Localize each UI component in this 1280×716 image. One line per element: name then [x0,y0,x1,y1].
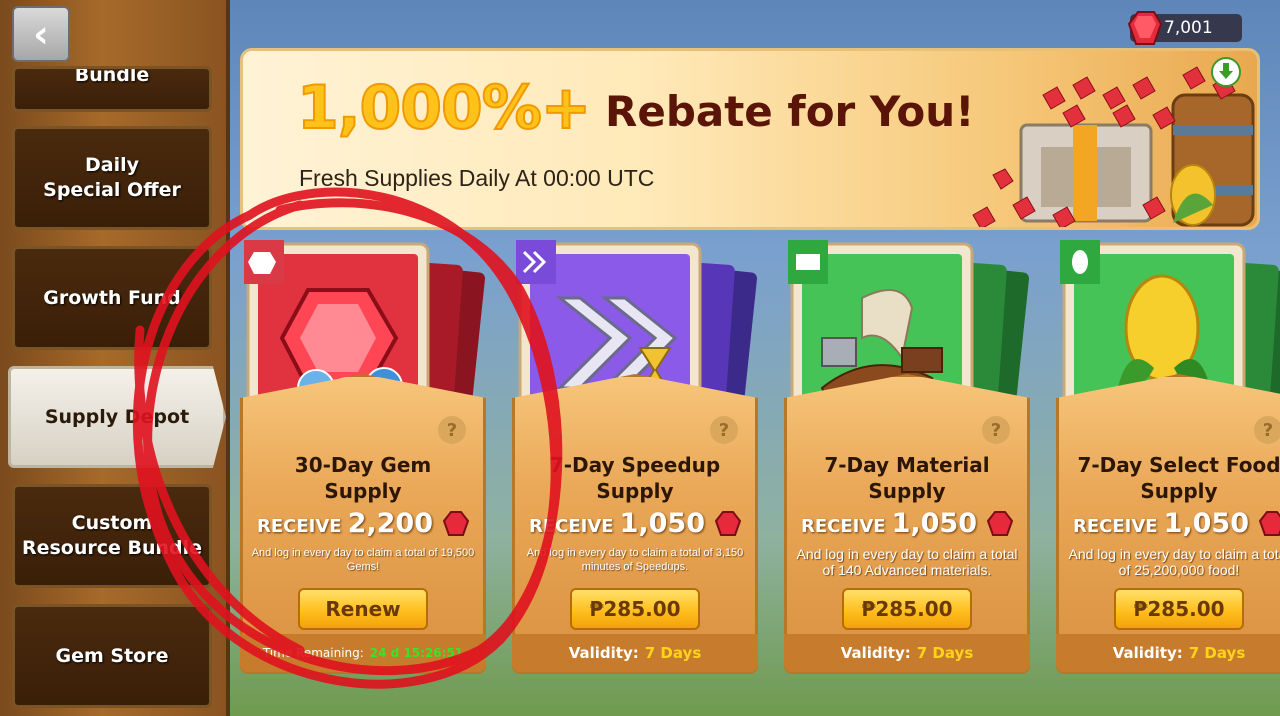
banner-percent: 1,000%+ [296,72,592,144]
renew-button[interactable]: Renew [298,588,428,630]
sidebar-item-label: Bundle [74,66,150,86]
card-footer: Time Remaining: 24 d 15:26:51 [240,634,486,672]
treasure-chest-image [972,66,1255,227]
receive-label: RECEIVE [257,516,342,537]
gem-counter: 7,001 [1128,11,1242,45]
validity-value: 7 Days [916,644,974,662]
sidebar-item-bundle[interactable]: Bundle [12,66,212,112]
sidebar-item-label: Custom Resource Bundle [21,512,203,559]
receive-row: RECEIVE 2,200 [238,508,488,539]
sidebar: ‹ Bundle Daily Special Offer Growth Fund… [0,0,230,716]
card-title: 30-Day Gem Supply [238,452,488,504]
receive-amount: 2,200 [347,508,433,539]
card-title-line1: 7-Day Speedup [549,453,721,477]
sidebar-item-label: Supply Depot [44,405,190,428]
card-title-line1: 30-Day Gem [294,453,432,477]
receive-label: RECEIVE [801,516,886,537]
banner-title: Rebate for You! [605,87,975,136]
card-footer: Validity: 7 Days [512,634,758,672]
receive-row: RECEIVE 1,050 [510,508,760,539]
receive-amount: 1,050 [1163,508,1249,539]
card-footer: Validity: 7 Days [784,634,1030,672]
validity-value: 7 Days [644,644,702,662]
chevron-left-icon: ‹ [33,12,49,56]
card-description: And log in every day to claim a total of… [796,546,1018,578]
receive-amount: 1,050 [891,508,977,539]
help-icon[interactable]: ? [710,416,738,444]
sidebar-item-label: Growth Fund [43,286,181,309]
receive-row: RECEIVE 1,050 [782,508,1032,539]
validity-label: Validity: [1112,644,1183,662]
card-footer: Validity: 7 Days [1056,634,1280,672]
gem-icon [443,510,469,536]
back-button[interactable]: ‹ [12,6,70,62]
card-title: 7-Day Speedup Supply [510,452,760,504]
banner-subtitle: Fresh Supplies Daily At 00:00 UTC [299,165,655,191]
sidebar-item-supply-depot[interactable]: Supply Depot [8,366,226,468]
supply-card-material: ? 7-Day Material Supply RECEIVE 1,050 An… [782,238,1032,674]
supply-card-speedup: ? 7-Day Speedup Supply RECEIVE 1,050 And… [510,238,760,674]
gem-icon [1128,11,1162,45]
promo-banner: 1,000%+ Rebate for You! Fresh Supplies D… [240,48,1260,230]
gem-icon [987,510,1013,536]
supply-card-food: ? 7-Day Select Food Supply RECEIVE 1,050… [1054,238,1280,674]
help-icon[interactable]: ? [1254,416,1280,444]
sidebar-item-label: Daily Special Offer [43,154,181,201]
sidebar-item-custom-resource-bundle[interactable]: Custom Resource Bundle [12,484,212,588]
gem-icon [1259,510,1280,536]
card-title-line2: Supply [1140,479,1218,503]
card-title-line2: Supply [868,479,946,503]
buy-button[interactable]: ₱285.00 [1114,588,1244,630]
card-description: And log in every day to claim a total of… [251,547,475,573]
sidebar-item-label: Gem Store [55,644,169,667]
receive-label: RECEIVE [1073,516,1158,537]
time-remaining-value: 24 d 15:26:51 [369,646,464,660]
card-title-line1: 7-Day Select Food [1077,453,1280,477]
card-title-line1: 7-Day Material [824,453,990,477]
download-icon[interactable] [1211,57,1241,87]
card-title: 7-Day Material Supply [782,452,1032,504]
sidebar-item-growth-fund[interactable]: Growth Fund [12,246,212,350]
help-icon[interactable]: ? [438,416,466,444]
sidebar-item-daily-special-offer[interactable]: Daily Special Offer [12,126,212,230]
validity-value: 7 Days [1188,644,1246,662]
card-title: 7-Day Select Food Supply [1054,452,1280,504]
gem-count: 7,001 [1164,18,1213,38]
card-description: And log in every day to claim a total of… [1068,546,1280,578]
receive-amount: 1,050 [619,508,705,539]
card-title-line2: Supply [324,479,402,503]
time-remaining-label: Time Remaining: [262,646,364,660]
buy-button[interactable]: ₱285.00 [570,588,700,630]
receive-row: RECEIVE 1,050 [1054,508,1280,539]
validity-label: Validity: [840,644,911,662]
buy-button[interactable]: ₱285.00 [842,588,972,630]
sidebar-item-gem-store[interactable]: Gem Store [12,604,212,708]
supply-card-gem: ? 30-Day Gem Supply RECEIVE 2,200 And lo… [238,238,488,674]
receive-label: RECEIVE [529,516,614,537]
gem-icon [715,510,741,536]
card-title-line2: Supply [596,479,674,503]
card-description: And log in every day to claim a total of… [526,547,744,573]
help-icon[interactable]: ? [982,416,1010,444]
validity-label: Validity: [568,644,639,662]
